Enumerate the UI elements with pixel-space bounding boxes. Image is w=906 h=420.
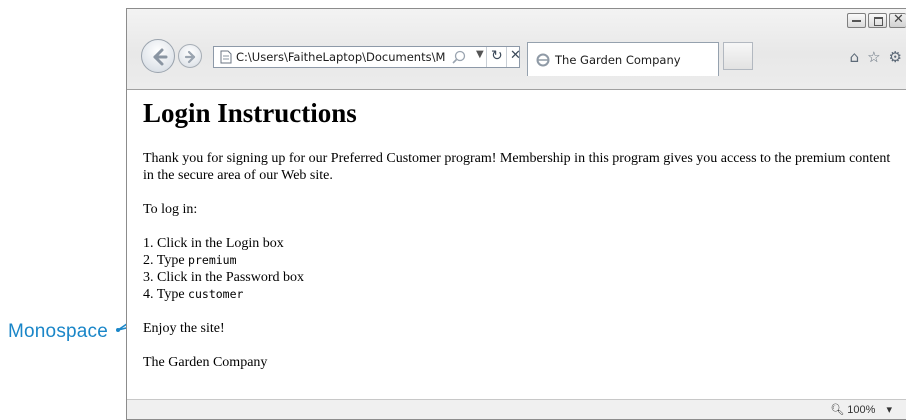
page-content: Login Instructions Thank you for signing…: [143, 97, 898, 388]
step-text: 4. Type: [143, 287, 189, 302]
callout-label: Monospace: [8, 321, 109, 342]
steps-list: 1. Click in the Login box 2. Type premiu…: [143, 235, 898, 303]
window-controls: ✕: [847, 12, 906, 28]
zoom-level: 100%: [847, 404, 876, 416]
step-text: 1. Click in the Login box: [143, 236, 284, 251]
browser-toolbar: ✕ C:\Users\FaitheLaptop\Documents\M ▼ ↻ …: [127, 9, 906, 90]
new-tab-button[interactable]: [723, 42, 753, 70]
minimize-icon: [852, 20, 861, 22]
search-icon[interactable]: [452, 50, 466, 64]
close-icon: ✕: [893, 12, 904, 27]
signature-text: The Garden Company: [143, 355, 268, 370]
intro-paragraph: Thank you for signing up for our Preferr…: [143, 151, 891, 183]
step-2: 2. Type premium: [143, 252, 898, 269]
maximize-button[interactable]: [868, 13, 887, 28]
tab-the-garden-company[interactable]: The Garden Company: [527, 42, 719, 76]
step-text: 3. Click in the Password box: [143, 270, 304, 285]
tab-title: The Garden Company: [555, 53, 681, 67]
step-4: 4. Type customer: [143, 286, 898, 303]
stop-icon[interactable]: ✕: [510, 48, 521, 63]
home-icon[interactable]: ⌂: [850, 50, 860, 65]
page-title: Login Instructions: [143, 98, 357, 128]
maximize-icon: [874, 17, 883, 26]
refresh-icon[interactable]: ↻: [491, 48, 503, 64]
chevron-down-icon: ▾: [886, 404, 892, 416]
chevron-down-icon[interactable]: ▼: [476, 49, 484, 60]
forward-button[interactable]: [178, 44, 202, 68]
address-divider: [506, 47, 507, 67]
star-icon[interactable]: ☆: [867, 50, 880, 65]
status-bar: 🔍︎ 100% ▾: [127, 399, 906, 419]
minimize-button[interactable]: [847, 13, 866, 28]
step-code: premium: [188, 253, 237, 267]
address-divider: [486, 47, 487, 67]
enjoy-text: Enjoy the site!: [143, 321, 225, 336]
zoom-icon: 🔍︎: [830, 404, 845, 416]
step-3: 3. Click in the Password box: [143, 269, 898, 286]
back-button[interactable]: [141, 39, 175, 73]
step-1: 1. Click in the Login box: [143, 235, 898, 252]
step-text: 2. Type: [143, 253, 189, 268]
close-button[interactable]: ✕: [889, 12, 906, 28]
address-input[interactable]: C:\Users\FaitheLaptop\Documents\M: [236, 50, 446, 64]
address-bar[interactable]: C:\Users\FaitheLaptop\Documents\M ▼ ↻ ✕: [213, 46, 521, 68]
login-intro: To log in:: [143, 202, 198, 217]
page-icon: [220, 50, 232, 64]
ie-page-icon: [536, 53, 550, 67]
toolbar-icons: ⌂ ☆ ⚙: [850, 50, 902, 65]
zoom-control[interactable]: 🔍︎ 100% ▾: [830, 403, 892, 416]
gear-icon[interactable]: ⚙: [889, 50, 902, 65]
forward-arrow-icon: [184, 50, 196, 64]
browser-window: ✕ C:\Users\FaitheLaptop\Documents\M ▼ ↻ …: [126, 8, 906, 420]
back-arrow-icon: [153, 48, 168, 66]
step-code: customer: [188, 287, 244, 301]
